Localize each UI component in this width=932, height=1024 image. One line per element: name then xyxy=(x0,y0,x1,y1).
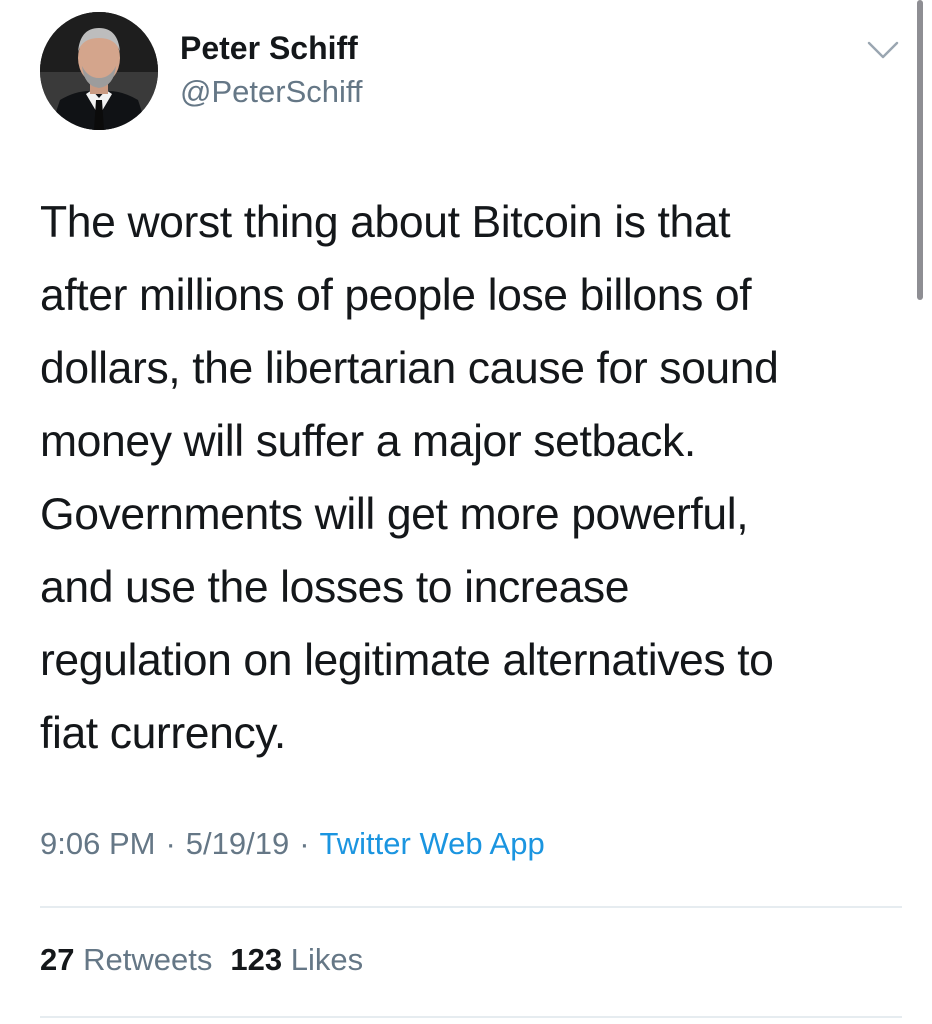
tweet-meta: 9:06 PM · 5/19/19 · Twitter Web App xyxy=(40,826,545,862)
likes-count: 123 xyxy=(230,942,283,977)
scrollbar[interactable] xyxy=(917,0,923,300)
retweets-label: Retweets xyxy=(83,942,213,977)
avatar[interactable] xyxy=(40,12,158,130)
profile-photo-icon xyxy=(40,12,158,130)
divider xyxy=(40,1016,902,1018)
tweet-stats: 27 Retweets 123 Likes xyxy=(40,942,363,978)
tweet-source-link[interactable]: Twitter Web App xyxy=(320,826,545,861)
meta-separator: · xyxy=(299,826,310,861)
divider xyxy=(40,906,902,908)
tweet-text: The worst thing about Bitcoin is that af… xyxy=(40,198,779,758)
chevron-down-icon[interactable] xyxy=(866,38,900,62)
likes-label: Likes xyxy=(290,942,364,977)
tweet-time[interactable]: 9:06 PM xyxy=(40,826,155,861)
likes-link[interactable]: 123 Likes xyxy=(230,942,363,977)
author-handle[interactable]: @PeterSchiff xyxy=(180,74,363,110)
tweet-date[interactable]: 5/19/19 xyxy=(186,826,289,861)
retweets-link[interactable]: 27 Retweets xyxy=(40,942,212,977)
tweet-detail: Peter Schiff @PeterSchiff The worst thin… xyxy=(0,0,932,1024)
retweets-count: 27 xyxy=(40,942,75,977)
author-name[interactable]: Peter Schiff xyxy=(180,30,358,67)
meta-separator: · xyxy=(165,826,176,861)
